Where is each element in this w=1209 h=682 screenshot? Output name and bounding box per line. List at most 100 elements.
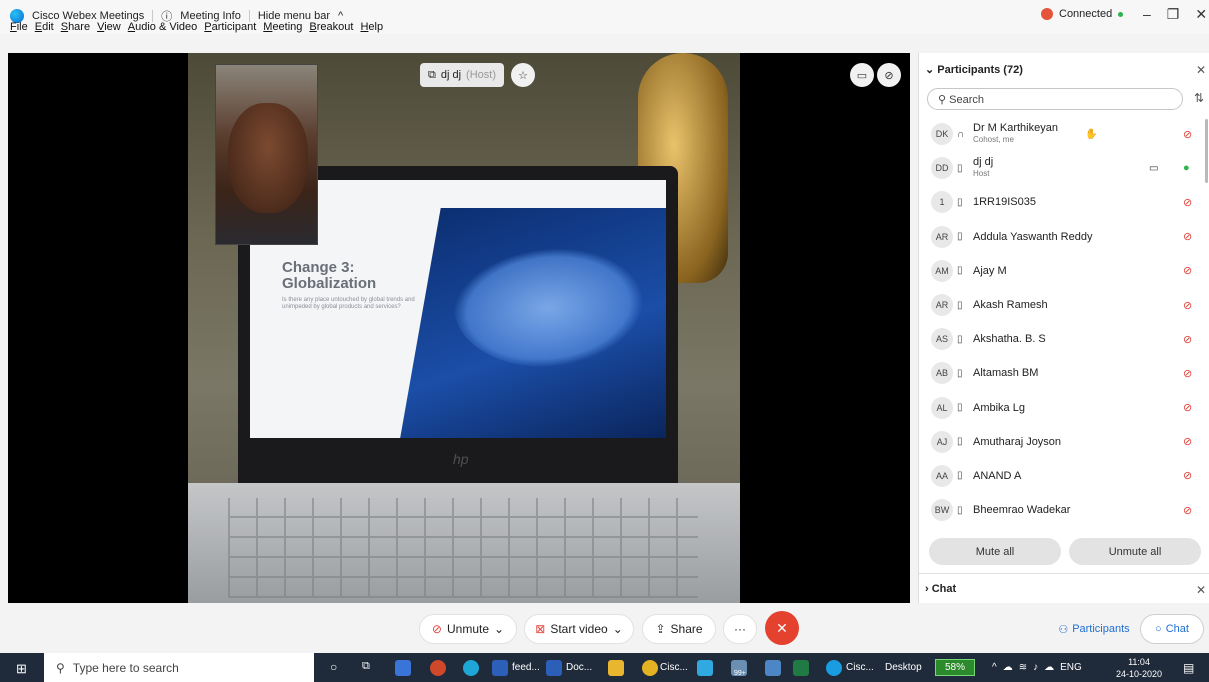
participant-role: Cohost, me [973,135,1014,144]
layout-icon[interactable]: ▭ [850,63,874,87]
pin-icon[interactable]: ☆ [511,63,535,87]
menu-participant[interactable]: Participant [204,21,256,33]
more-options-button[interactable]: ··· [723,614,757,644]
clock-time: 11:04 [1128,657,1150,667]
mic-muted-icon[interactable]: ⊘ [1183,264,1192,277]
list-item[interactable]: AS ▯ Akshatha. B. S ⊘ [919,322,1209,356]
participant-name: dj dj [973,156,994,169]
excel-app-icon[interactable] [793,660,809,676]
minimize-icon[interactable]: – [1143,6,1151,23]
list-item[interactable]: AB ▯ Altamash BM ⊘ [919,356,1209,390]
speaker-icon[interactable]: ♪ [1033,662,1038,673]
task-view-icon[interactable]: ⧉ [362,660,370,673]
close-icon[interactable]: ✕ [1196,583,1206,597]
messaging-app-icon[interactable] [697,660,713,676]
windows-start-icon[interactable]: ⊞ [16,661,27,677]
cloud-icon[interactable]: ☁ [1003,662,1013,673]
notifications-icon[interactable]: ▤ [1183,661,1194,675]
taskbar-app-label[interactable]: feed... [512,662,540,673]
end-meeting-button[interactable]: ✕ [765,611,799,645]
calendar-app-icon[interactable] [395,660,411,676]
participants-header[interactable]: ⌄ Participants (72) [925,63,1023,76]
mic-muted-icon[interactable]: ⊘ [1183,469,1192,482]
chat-section[interactable]: › Chat ✕ [919,573,1209,603]
mute-all-button[interactable]: Mute all [929,538,1061,565]
menu-file[interactable]: File [10,21,28,33]
unmute-all-button[interactable]: Unmute all [1069,538,1201,565]
menu-meeting[interactable]: Meeting [263,21,302,33]
speaker-role: (Host) [466,69,496,81]
restore-icon[interactable]: ❐ [1167,6,1180,23]
connection-status[interactable]: Connected [1041,8,1124,20]
slide-title: Change 3: Globalization [282,259,377,292]
onedrive-icon[interactable]: ☁ [1044,662,1054,673]
mic-muted-icon[interactable]: ⊘ [1183,230,1192,243]
webex-app-icon[interactable] [826,660,842,676]
taskbar-app-label[interactable]: Doc... [566,662,592,673]
connection-label: Connected [1059,8,1113,20]
chrome-app-icon[interactable] [642,660,658,676]
list-item[interactable]: AR ▯ Addula Yaswanth Reddy ⊘ [919,220,1209,254]
device-icon: ▯ [957,470,963,482]
share-screen-icon: ⧉ [428,68,436,81]
app-icon[interactable] [765,660,781,676]
language-indicator[interactable]: ENG [1060,662,1082,673]
mic-muted-icon[interactable]: ⊘ [1183,333,1192,346]
mic-muted-icon[interactable]: ⊘ [1183,299,1192,312]
word-app-icon[interactable] [546,660,562,676]
list-item[interactable]: AM ▯ Ajay M ⊘ [919,254,1209,288]
video-off-icon: ⊠ [535,622,546,636]
chevron-down-icon[interactable]: ⌄ [613,622,623,636]
menu-share[interactable]: Share [61,21,90,33]
edge-app-icon[interactable] [463,660,479,676]
chevron-down-icon[interactable]: ⌄ [494,622,504,636]
word-app-icon[interactable] [492,660,508,676]
list-item[interactable]: DK ∩ Dr M Karthikeyan Cohost, me ✋ ⊘ [919,117,1209,151]
mic-on-icon[interactable]: ● [1183,162,1190,174]
link-icon[interactable]: ⊘ [877,63,901,87]
mic-muted-icon[interactable]: ⊘ [1183,504,1192,517]
notification-badge: 99+ [734,670,746,677]
cortana-icon[interactable]: ○ [330,660,337,674]
list-item[interactable]: AA ▯ ANAND A ⊘ [919,459,1209,493]
menu-help[interactable]: Help [360,21,383,33]
unmute-button[interactable]: ⊘ Unmute ⌄ [419,614,517,644]
sort-icon[interactable]: ⇅ [1194,91,1204,105]
chat-toggle-button[interactable]: ○ Chat [1140,614,1204,644]
participant-search-input[interactable]: ⚲ Search [927,88,1183,110]
menu-view[interactable]: View [97,21,121,33]
speaker-name: dj dj [440,69,462,81]
list-item[interactable]: AJ ▯ Amutharaj Joyson ⊘ [919,425,1209,459]
menu-breakout[interactable]: Breakout [309,21,353,33]
close-icon[interactable]: ✕ [1196,63,1206,77]
chat-bubble-icon: ○ [1155,623,1162,635]
list-item[interactable]: DD ▯ dj dj Host ▭ ● [919,151,1209,185]
desktop-toolbar-label[interactable]: Desktop [885,662,922,673]
mic-muted-icon[interactable]: ⊘ [1183,401,1192,414]
participants-toggle-button[interactable]: ⚇ Participants [1050,614,1138,644]
taskbar-app-label[interactable]: Cisc... [846,662,874,673]
mic-muted-icon[interactable]: ⊘ [1183,196,1192,209]
mic-muted-icon[interactable]: ⊘ [1183,435,1192,448]
powerpoint-app-icon[interactable] [430,660,446,676]
taskbar-search-input[interactable]: ⚲ Type here to search [44,653,314,682]
close-icon[interactable]: ✕ [1195,6,1207,23]
list-item[interactable]: BW ▯ Bheemrao Wadekar ⊘ [919,493,1209,527]
file-explorer-icon[interactable] [608,660,624,676]
menu-audio-video[interactable]: Audio & Video [128,21,198,33]
mic-muted-icon[interactable]: ⊘ [1183,367,1192,380]
list-item[interactable]: AL ▯ Ambika Lg ⊘ [919,391,1209,425]
menu-edit[interactable]: Edit [35,21,54,33]
share-button[interactable]: ⇪ Share [642,614,716,644]
battery-indicator[interactable]: 58% [935,659,975,676]
avatar: DD [931,157,953,180]
chevron-up-icon[interactable]: ^ [992,662,997,673]
wifi-icon[interactable]: ≋ [1019,662,1027,673]
self-view-thumbnail[interactable] [215,64,318,245]
list-item[interactable]: 1 ▯ 1RR19IS035 ⊘ [919,185,1209,219]
clock[interactable]: 11:04 24-10-2020 [1116,656,1162,680]
list-item[interactable]: AR ▯ Akash Ramesh ⊘ [919,288,1209,322]
start-video-button[interactable]: ⊠ Start video ⌄ [524,614,634,644]
mic-muted-icon[interactable]: ⊘ [1183,128,1192,141]
taskbar-app-label[interactable]: Cisc... [660,662,688,673]
